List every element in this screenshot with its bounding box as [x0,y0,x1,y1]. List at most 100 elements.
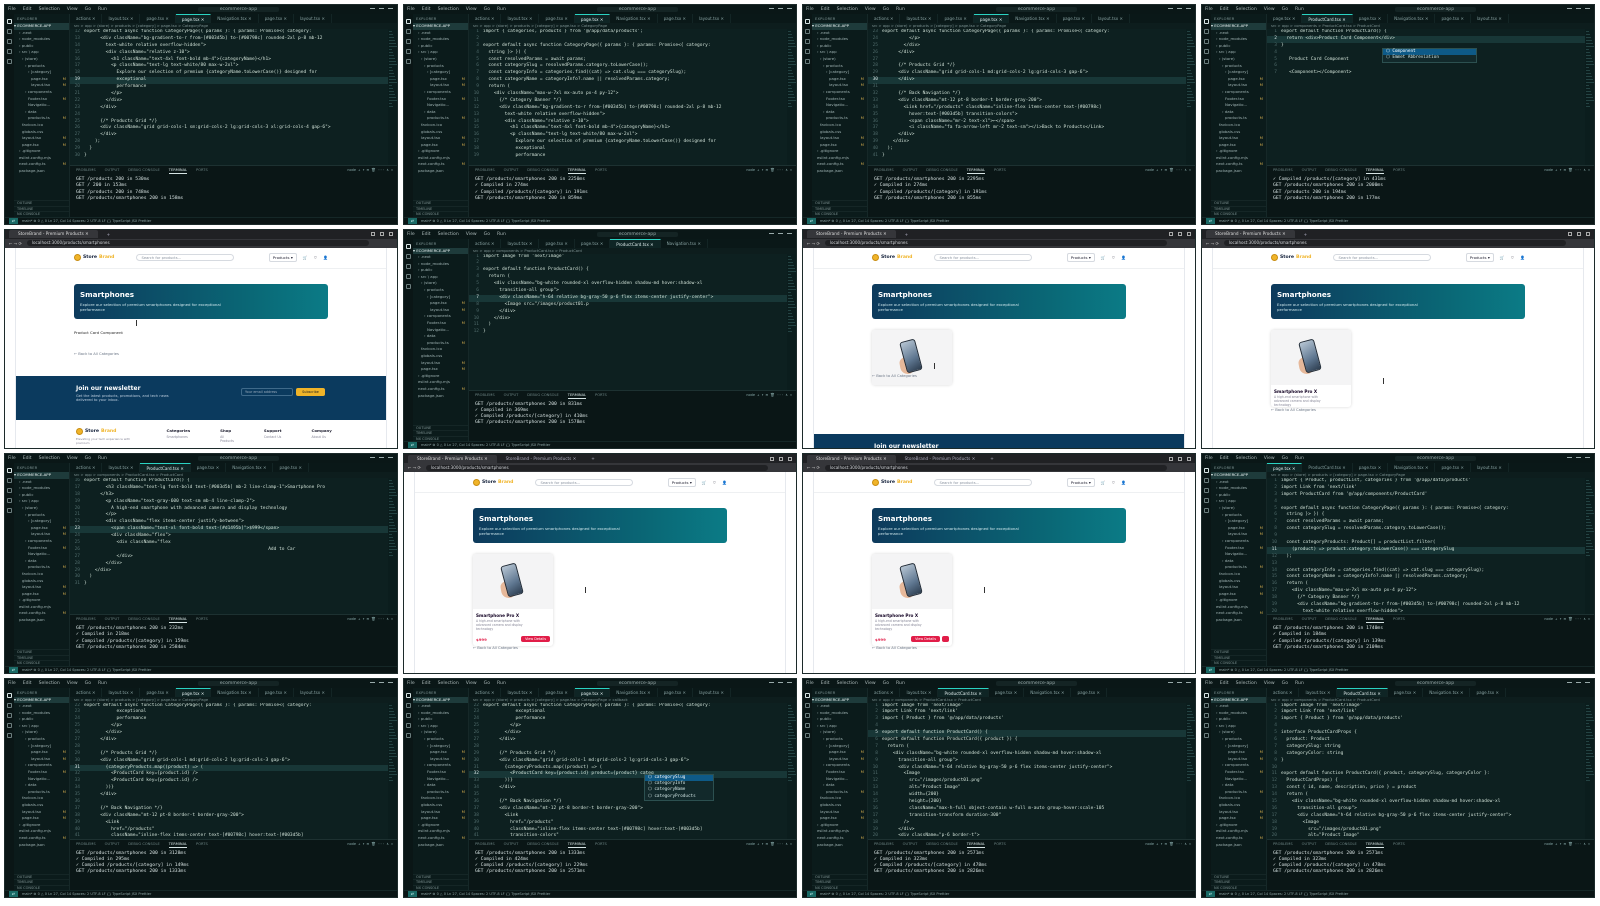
window-control-icon[interactable] [1186,8,1191,11]
file-tree-item[interactable]: › public [413,43,468,50]
browser-tab[interactable]: StoreBrand - Premium Products ✕ [500,456,583,461]
panel-tab[interactable]: TERMINAL [966,166,986,174]
product-card[interactable]: Smartphone Pro XA high-end smartphone wi… [1271,329,1351,407]
window-control-icon[interactable] [778,681,783,685]
window-control-icon[interactable] [379,457,384,460]
panel-tab[interactable]: PORTS [994,166,1006,174]
back-forward-reload-icon[interactable]: ← → ⟳ [1206,241,1219,246]
file-tree-item[interactable]: favicon.ico [14,571,69,578]
panel-tab[interactable]: OUTPUT [1302,166,1317,174]
minimap[interactable] [388,702,397,839]
file-tree-item[interactable]: › .next [812,30,867,37]
file-tree-item[interactable]: Footer.tsx M [413,320,468,327]
extensions-icon[interactable] [7,732,12,738]
panel-tab[interactable]: PORTS [196,166,208,174]
project-root[interactable]: ▾ ECOMMERCE-APP [413,247,468,255]
file-tree-item[interactable]: › public [812,43,867,50]
panel-tab[interactable]: PROBLEMS [76,615,96,623]
search-icon[interactable] [7,29,12,34]
file-tree-item[interactable]: page.tsx M [1211,749,1266,756]
file-tree-item[interactable]: layout.tsx M [413,307,468,314]
panel-toolbar[interactable]: node + ▾ ⊟ 🗑 ··· ∧ ✕ [1544,615,1590,623]
command-center-search[interactable]: ecommerce-app [995,680,1078,686]
back-link[interactable]: ← Back to All Categories [74,352,119,356]
command-center-search[interactable]: ecommerce-app [1394,7,1477,12]
products-dropdown[interactable]: Products ▾ [268,253,297,262]
file-tree-item[interactable]: layout.tsx M [413,809,468,816]
file-tree-item[interactable]: eslint.config.mjs [14,155,69,162]
back-forward-reload-icon[interactable]: ← → ⟳ [807,241,820,246]
browser-tab[interactable]: StoreBrand - Premium Products ✕ [899,456,982,461]
source-control-icon[interactable] [1204,488,1209,493]
panel-toolbar[interactable]: node + ▾ ⊟ 🗑 ··· ∧ ✕ [746,840,792,848]
panel-tab[interactable]: DEBUG CONSOLE [1325,840,1356,848]
wishlist-icon[interactable]: ♡ [713,480,717,485]
editor-tab[interactable]: Navigation.tsx ✕ [226,463,274,472]
file-tree-item[interactable]: › data [413,782,468,789]
panel-tab[interactable]: DEBUG CONSOLE [1325,615,1356,623]
wishlist-icon[interactable]: ♡ [1112,255,1116,260]
source-control-icon[interactable] [1204,39,1209,44]
editor-tab[interactable]: page.tsx ✕ [1470,687,1506,697]
file-tree-item[interactable]: Footer.tsx M [812,96,867,103]
code-editor[interactable]: 16 export default function ProductCard() … [70,478,388,614]
menu-item-go[interactable]: Go [85,7,91,12]
window-control-icon[interactable] [1177,8,1182,11]
remote-indicator[interactable]: ⇄ [408,891,417,897]
file-tree-item[interactable]: page.tsx M [14,591,69,598]
run-debug-icon[interactable] [406,49,411,54]
menu-item-selection[interactable]: Selection [1236,456,1257,461]
file-tree-item[interactable]: Footer.tsx M [812,769,867,776]
window-control-icon[interactable] [1585,681,1590,685]
menu-item-file[interactable]: File [806,681,814,686]
editor-tab[interactable]: layout.tsx ✕ [501,687,540,697]
file-tree-item[interactable]: Navigatio... [1211,102,1266,109]
file-tree-item[interactable]: › public [14,716,69,723]
editor-tab[interactable]: ProductCard.tsx ✕ [1302,463,1353,472]
terminal-output[interactable]: GET /products 200 in 530ms GET / 200 in … [70,174,397,205]
back-forward-reload-icon[interactable]: ← → ⟳ [408,465,421,470]
code-editor[interactable]: 1 import Image from 'next/image' 2 import L… [868,702,1186,839]
file-tree-item[interactable]: page.tsx M [812,749,867,756]
file-tree-item[interactable]: › [category] [14,69,69,76]
editor-tab[interactable]: ProductCard.tsx ✕ [140,463,191,472]
window-control-icon[interactable] [371,232,375,236]
address-bar[interactable]: localhost:3000/products/smartphones [1223,240,1566,246]
cart-icon[interactable]: 🛒 [1500,255,1505,260]
panel-tab[interactable]: PROBLEMS [475,391,495,399]
panel-tab[interactable]: PORTS [595,391,607,399]
file-tree-item[interactable]: eslint.config.mjs [812,828,867,835]
window-control-icon[interactable] [1567,8,1572,11]
file-tree-item[interactable]: globals.css [1211,129,1266,136]
user-icon[interactable]: 👤 [1121,480,1126,485]
file-tree-item[interactable]: › data [14,109,69,116]
products-dropdown[interactable]: Products ▾ [667,477,696,487]
remote-indicator[interactable]: ⇄ [9,891,18,897]
menu-item-run[interactable]: Run [896,7,905,12]
file-tree-item[interactable]: layout.tsx M [413,135,468,142]
editor-tab[interactable]: layout.tsx ✕ [102,463,141,472]
remote-indicator[interactable]: ⇄ [408,217,417,224]
panel-tab[interactable]: DEBUG CONSOLE [527,391,558,399]
explorer-icon[interactable] [406,19,411,24]
site-search-input[interactable]: Search for products... [934,478,1033,486]
source-control-icon[interactable] [805,712,810,718]
file-tree-item[interactable]: package.json [413,168,468,175]
minimap[interactable] [1186,29,1195,165]
panel-tab[interactable]: DEBUG CONSOLE [128,615,159,623]
file-tree-item[interactable]: › (store) [14,56,69,63]
file-tree-item[interactable]: favicon.ico [812,122,867,129]
file-tree-item[interactable]: next.config.ts M [413,161,468,168]
newsletter-email-input[interactable]: Your email address [241,387,293,396]
editor-tab[interactable]: page.tsx ✕ [1071,687,1107,697]
file-tree-item[interactable]: products.ts M [1211,789,1266,796]
minimap[interactable] [388,478,397,614]
editor-tab[interactable]: page.tsx ✕ [1435,463,1471,472]
window-control-icon[interactable] [1178,232,1182,236]
command-center-search[interactable]: ecommerce-app [197,456,280,461]
panel-tab[interactable]: PORTS [1393,615,1405,623]
search-icon[interactable] [805,29,810,34]
file-tree-item[interactable]: › .gitignore [14,597,69,604]
file-tree-item[interactable]: › (store) [1211,729,1266,736]
menu-item-view[interactable]: View [1264,456,1275,461]
